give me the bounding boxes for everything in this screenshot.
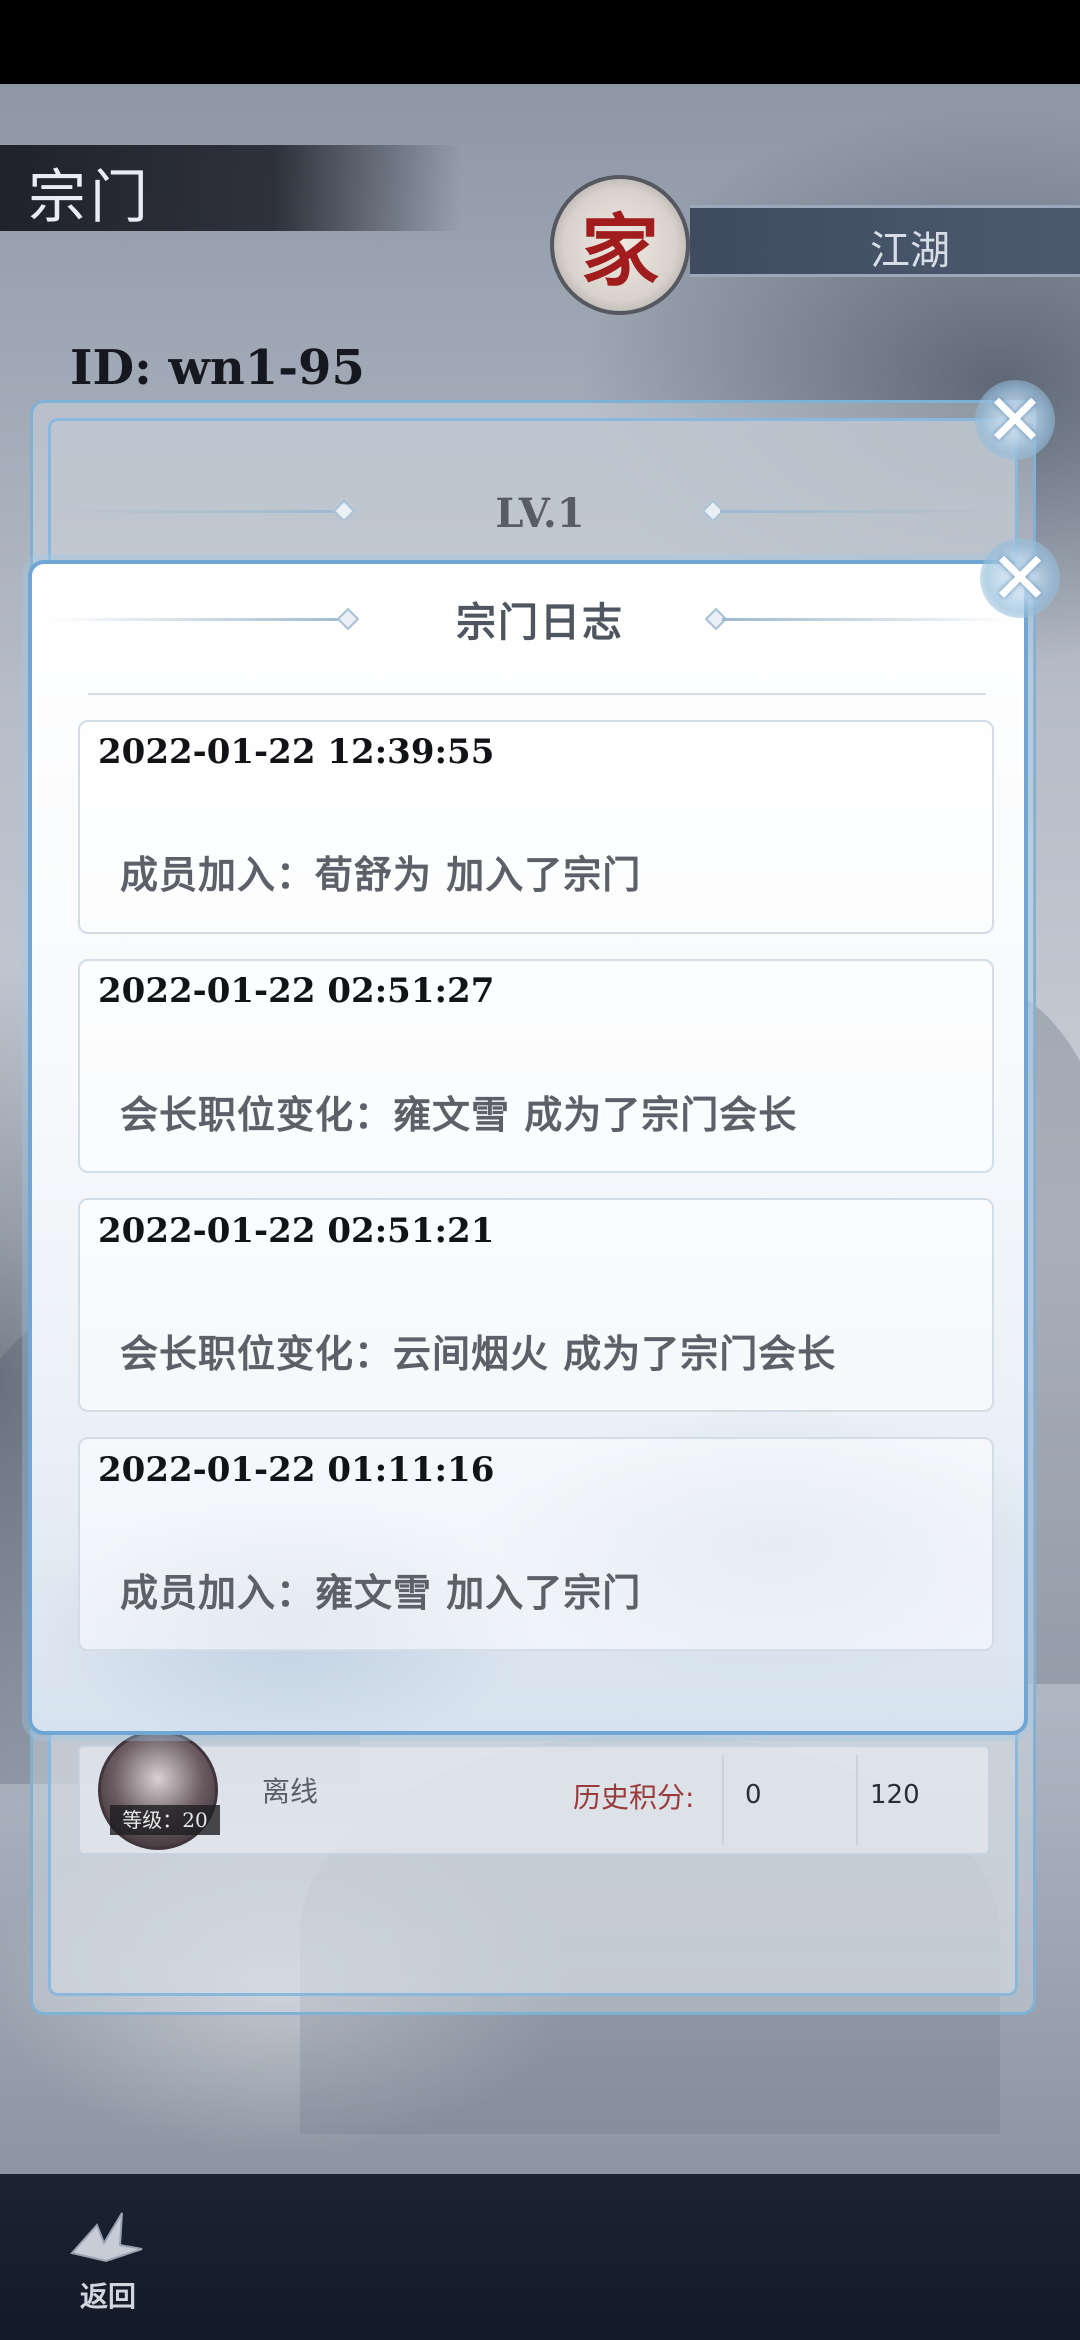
member-value-2: 120 [870, 1780, 920, 1810]
close-icon: ✕ [989, 536, 1051, 620]
member-level-badge: 等级：20 [110, 1805, 220, 1835]
close-icon: ✕ [984, 378, 1046, 462]
cell-divider [722, 1755, 724, 1845]
world-tab-label[interactable]: 江湖 [870, 218, 950, 276]
sect-id: ID: wn1-95 [70, 340, 365, 396]
sect-level: LV.1 [495, 490, 585, 537]
sect-seal-emblem[interactable]: 家 [550, 175, 690, 315]
seal-glyph: 家 [580, 206, 659, 297]
member-status: 离线 [262, 1775, 319, 1808]
log-time: 2022-01-22 12:39:55 [98, 732, 495, 772]
log-time: 2022-01-22 02:51:21 [98, 1211, 495, 1251]
log-time: 2022-01-22 02:51:27 [98, 971, 495, 1011]
cell-divider [856, 1755, 858, 1845]
log-text: 成员加入：荀舒为 加入了宗门 [120, 852, 642, 897]
close-modal-button[interactable]: ✕ [980, 538, 1060, 618]
log-text: 会长职位变化：雍文雪 成为了宗门会长 [120, 1092, 798, 1137]
back-button[interactable]: 返回 [80, 2275, 136, 2315]
status-bar [0, 0, 1080, 84]
modal-divider [88, 693, 986, 695]
bottom-nav-bar [0, 2174, 1080, 2340]
close-panel-button[interactable]: ✕ [975, 380, 1055, 460]
history-score-label: 历史积分: [573, 1781, 695, 1814]
log-text: 会长职位变化：云间烟火 成为了宗门会长 [120, 1331, 837, 1376]
page-title: 宗门 [28, 163, 153, 231]
modal-title: 宗门日志 [456, 599, 624, 646]
member-value-1: 0 [745, 1780, 762, 1810]
log-text: 成员加入：雍文雪 加入了宗门 [120, 1570, 642, 1615]
log-time: 2022-01-22 01:11:16 [98, 1450, 495, 1490]
crane-icon[interactable] [62, 2205, 152, 2275]
